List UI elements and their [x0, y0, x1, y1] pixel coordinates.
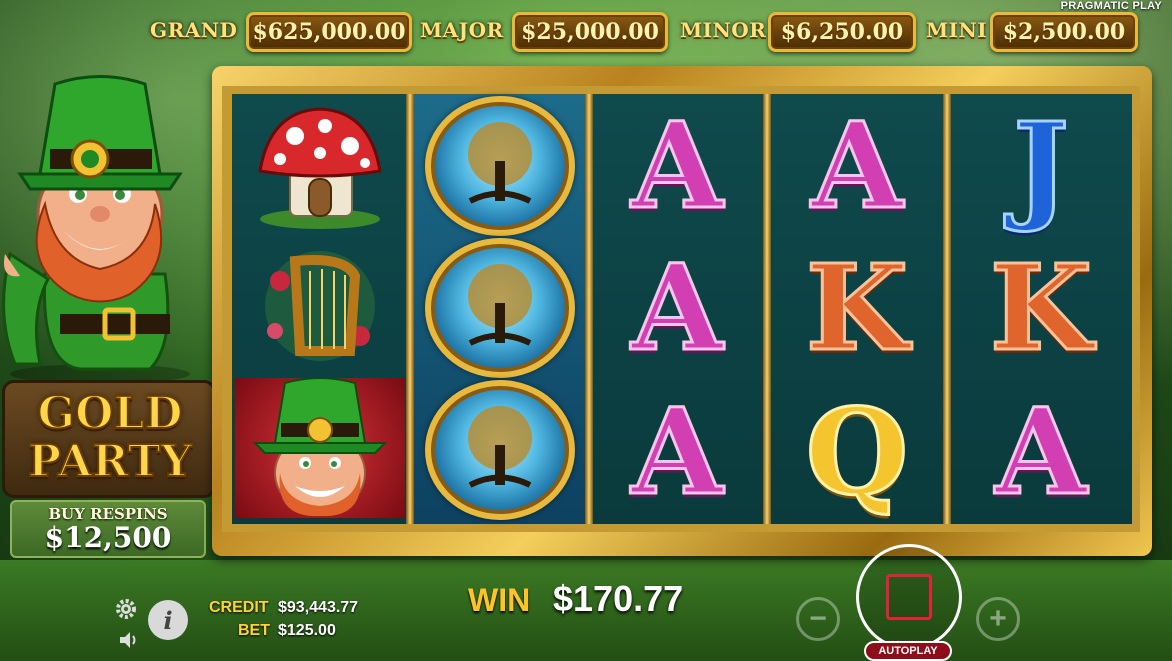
harp-icon — [265, 251, 375, 361]
jackpot-grand-value: $625,000.00 — [246, 12, 412, 52]
letter-a: A — [810, 96, 905, 235]
jackpot-mini-label: MINI — [926, 18, 988, 42]
buy-respins-price: $12,500 — [44, 521, 172, 555]
symbol-letter: A — [592, 382, 762, 522]
decrease-bet-button[interactable]: − — [796, 597, 840, 641]
symbol-golden-harp — [235, 236, 405, 376]
credit-label: CREDIT — [209, 599, 269, 616]
symbol-letter: A — [772, 96, 942, 236]
info-icon: i — [163, 605, 173, 635]
letter-a: A — [630, 96, 725, 235]
jackpot-major-value: $25,000.00 — [512, 12, 668, 52]
win-label: WIN — [468, 582, 531, 618]
plus-icon: + — [989, 602, 1007, 635]
jackpot-grand-label: GRAND — [150, 18, 238, 42]
symbol-tree-of-life — [415, 96, 585, 236]
tree-of-life-icon — [425, 96, 575, 236]
letter-a: A — [994, 382, 1089, 521]
mushroom-house-icon — [258, 107, 382, 229]
gear-icon — [116, 599, 136, 619]
symbol-letter: A — [592, 238, 762, 378]
symbol-leprechaun — [235, 378, 405, 518]
jackpot-minor-value: $6,250.00 — [768, 12, 916, 52]
letter-k: K — [804, 238, 910, 377]
leprechaun-icon — [252, 378, 388, 517]
symbol-letter: K — [956, 238, 1126, 378]
leprechaun-mascot — [2, 75, 190, 384]
logo-party-text: PARTY — [27, 435, 193, 488]
bet-value: $125.00 — [278, 622, 336, 639]
minus-icon: − — [809, 602, 827, 635]
credit-value: $93,443.77 — [278, 599, 359, 616]
bet-label: BET — [238, 622, 270, 639]
symbol-letter: A — [592, 96, 762, 236]
reel-divider — [943, 94, 951, 524]
symbol-letter: Q — [772, 382, 942, 522]
symbol-letter: K — [772, 238, 942, 378]
provider-logo: PRAGMATIC PLAY — [1060, 0, 1162, 12]
symbol-tree-of-life — [415, 238, 585, 378]
buy-respins-button[interactable]: BUY RESPINS $12,500 — [10, 500, 206, 558]
letter-a: A — [630, 382, 725, 521]
symbol-tree-of-life — [415, 380, 585, 520]
letter-k: K — [988, 238, 1094, 377]
jackpot-major-label: MAJOR — [420, 18, 504, 42]
spin-button[interactable] — [856, 544, 962, 650]
autoplay-button[interactable]: AUTOPLAY — [864, 641, 952, 661]
sound-button[interactable] — [118, 630, 140, 650]
win-value: $170.77 — [553, 578, 684, 619]
jackpot-mini-value: $2,500.00 — [990, 12, 1138, 52]
settings-button[interactable] — [114, 597, 138, 621]
letter-a: A — [630, 238, 725, 377]
symbol-letter: A — [956, 382, 1126, 522]
tree-of-life-icon — [425, 380, 575, 520]
reel-divider — [406, 94, 414, 524]
tree-of-life-icon — [425, 238, 575, 378]
letter-j: J — [1012, 96, 1071, 235]
spin-icon — [886, 574, 932, 620]
increase-bet-button[interactable]: + — [976, 597, 1020, 641]
speaker-icon — [120, 632, 136, 648]
symbol-mushroom-house — [235, 96, 405, 236]
info-button[interactable]: i — [148, 600, 188, 640]
jackpot-minor-label: MINOR — [680, 18, 767, 42]
logo-gold-text: GOLD — [37, 387, 184, 440]
reel-divider — [763, 94, 771, 524]
letter-q: Q — [804, 382, 910, 521]
symbol-letter: J — [956, 96, 1126, 236]
